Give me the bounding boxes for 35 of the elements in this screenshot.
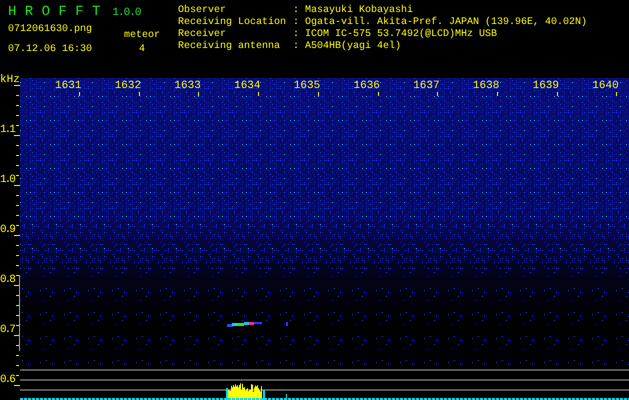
x-axis-label: 1639 [532, 80, 559, 92]
info-label: Receiving antenna [178, 41, 282, 53]
x-axis-label: 1633 [174, 80, 201, 92]
y-axis-label: 1.0 [0, 174, 14, 186]
y-axis-label: 0.6 [0, 374, 14, 386]
x-axis-label: 1632 [114, 80, 142, 92]
x-axis-label: 1636 [354, 80, 380, 92]
app-version: 1.0.0 [112, 6, 140, 20]
x-axis-label: 1637 [413, 80, 440, 92]
info-label: Observer [178, 5, 228, 16]
y-axis-label: 0.8 [0, 274, 14, 286]
info-label: Receiver [178, 29, 228, 40]
meteor-label: meteor [124, 30, 160, 42]
x-axis-label: 1635 [294, 80, 320, 92]
info-separator: : [293, 5, 300, 17]
info-separator: : [293, 29, 300, 41]
y-axis-label: 1.1 [0, 124, 14, 136]
x-axis-label: 1634 [234, 80, 260, 92]
y-axis-label: 0.9 [0, 224, 14, 236]
info-separator: : [293, 17, 300, 29]
x-axis-label: 1638 [472, 80, 500, 92]
info-separator: : [293, 41, 300, 53]
info-value: Masayuki Kobayashi [305, 5, 414, 16]
x-axis-label: 1640 [592, 80, 619, 92]
info-value: ICOM IC-575 53.7492(@LCD)MHz USB [305, 29, 498, 40]
x-axis-label: 1631 [55, 80, 82, 92]
info-value: A504HB(yagi 4el) [305, 41, 402, 53]
app-name: H R O F F T [8, 4, 100, 20]
info-value: Ogata-vill. Akita-Pref. JAPAN (139.96E, 40.02N) [305, 17, 588, 28]
meteor-count: 4 [138, 44, 145, 56]
file-datetime: 07.12.06 16:30 [8, 44, 94, 56]
y-axis-unit: kHz [0, 74, 20, 86]
y-axis-label: 0.7 [0, 324, 14, 336]
info-label: Receiving Location [178, 17, 288, 28]
file-name: 0712061630.png [8, 24, 94, 36]
